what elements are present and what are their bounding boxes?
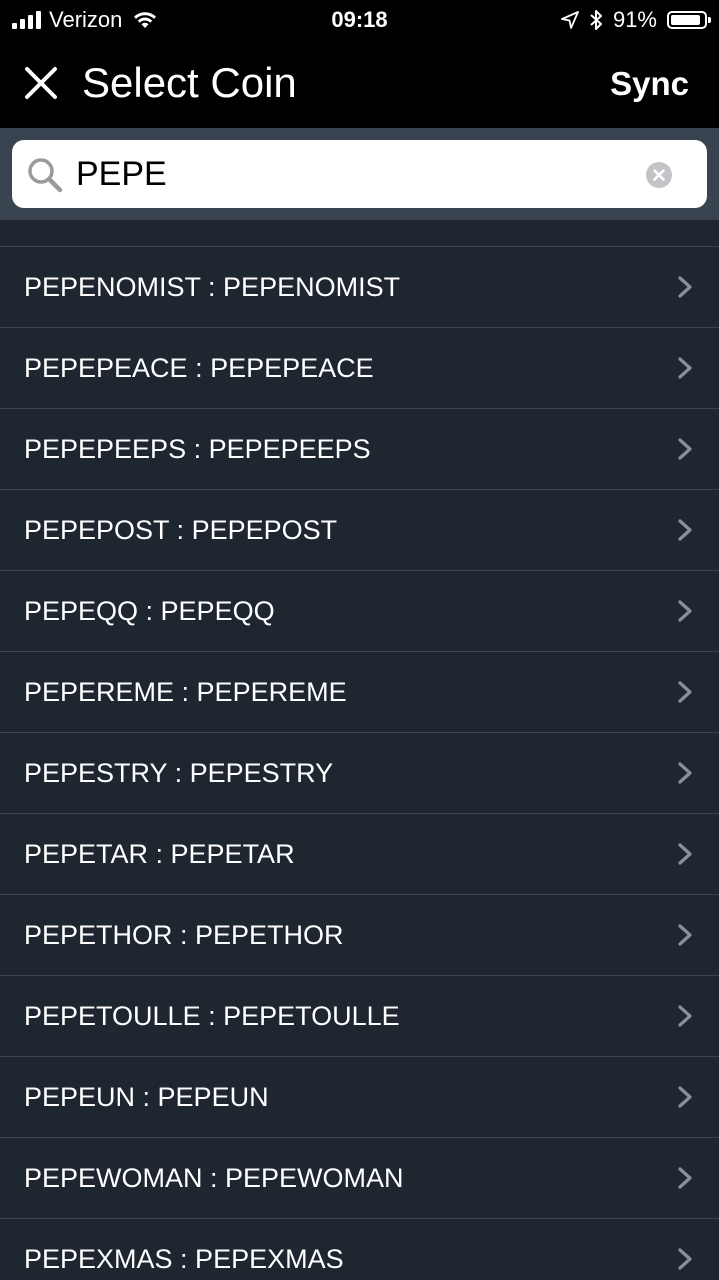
location-arrow-icon — [561, 11, 579, 29]
coin-label: PEPETAR : PEPETAR — [24, 839, 295, 869]
search-band — [0, 128, 719, 220]
bluetooth-icon — [590, 10, 602, 30]
battery-percentage: 91% — [612, 7, 657, 32]
coin-label: PEPEXMAS : PEPEXMAS — [24, 1244, 344, 1274]
chevron-right-icon — [678, 276, 692, 298]
coin-row[interactable]: PEPEPEEPS : PEPEPEEPS — [0, 409, 719, 490]
coin-label: PEPEPEACE : PEPEPEACE — [24, 353, 374, 383]
coin-list: PEPENOMIST : PEPENOMIST PEPEPEACE : PEPE… — [0, 246, 719, 1280]
screen: Verizon 09:18 91% Select Coin Sync PEPE … — [0, 0, 719, 1280]
chevron-right-icon — [678, 1167, 692, 1189]
coin-label: PEPETHOR : PEPETHOR — [24, 920, 344, 950]
chevron-right-icon — [678, 924, 692, 946]
navigation-bar: Select Coin Sync — [0, 40, 719, 128]
battery-level-fill — [671, 15, 700, 25]
coin-row[interactable]: PEPETAR : PEPETAR — [0, 814, 719, 895]
search-bar — [12, 140, 707, 208]
chevron-right-icon — [678, 357, 692, 379]
coin-label: PEPEQQ : PEPEQQ — [24, 596, 275, 626]
coin-row[interactable]: PEPEPEACE : PEPEPEACE — [0, 328, 719, 409]
coin-row[interactable]: PEPEREME : PEPEREME — [0, 652, 719, 733]
coin-row[interactable]: PEPEPOST : PEPEPOST — [0, 490, 719, 571]
coin-row[interactable]: PEPENOMIST : PEPENOMIST — [0, 247, 719, 328]
battery-icon — [667, 11, 711, 29]
coin-row[interactable]: PEPESTRY : PEPESTRY — [0, 733, 719, 814]
coin-row[interactable]: PEPEXMAS : PEPEXMAS — [0, 1219, 719, 1280]
chevron-right-icon — [678, 843, 692, 865]
coin-row[interactable]: PEPETHOR : PEPETHOR — [0, 895, 719, 976]
chevron-right-icon — [678, 681, 692, 703]
coin-row[interactable]: PEPEUN : PEPEUN — [0, 1057, 719, 1138]
close-icon[interactable] — [20, 62, 62, 104]
status-right: 91% — [561, 7, 711, 33]
battery-tip — [708, 17, 711, 23]
coin-label: PEPEUN : PEPEUN — [24, 1082, 269, 1112]
coin-row[interactable]: PEPETOULLE : PEPETOULLE — [0, 976, 719, 1057]
coin-label: PEPESTRY : PEPESTRY — [24, 758, 334, 788]
search-input[interactable] — [76, 148, 636, 200]
chevron-right-icon — [678, 438, 692, 460]
chevron-right-icon — [678, 762, 692, 784]
coin-label: PEPEPOST : PEPEPOST — [24, 515, 338, 545]
chevron-right-icon — [678, 519, 692, 541]
status-bar: Verizon 09:18 91% — [0, 0, 719, 40]
chevron-right-icon — [678, 600, 692, 622]
page-title: Select Coin — [82, 59, 297, 106]
coin-label: PEPEWOMAN : PEPEWOMAN — [24, 1163, 404, 1193]
coin-row[interactable]: PEPEWOMAN : PEPEWOMAN — [0, 1138, 719, 1219]
chevron-right-icon — [678, 1248, 692, 1270]
coin-label: PEPENOMIST : PEPENOMIST — [24, 272, 401, 302]
coin-label: PEPEREME : PEPEREME — [24, 677, 347, 707]
clear-search-icon[interactable] — [645, 161, 673, 189]
coin-label: PEPEPEEPS : PEPEPEEPS — [24, 434, 371, 464]
coin-row[interactable]: PEPEQQ : PEPEQQ — [0, 571, 719, 652]
sync-button[interactable]: Sync — [610, 64, 689, 104]
coin-label: PEPETOULLE : PEPETOULLE — [24, 1001, 400, 1031]
search-icon — [28, 158, 63, 193]
chevron-right-icon — [678, 1086, 692, 1108]
chevron-right-icon — [678, 1005, 692, 1027]
